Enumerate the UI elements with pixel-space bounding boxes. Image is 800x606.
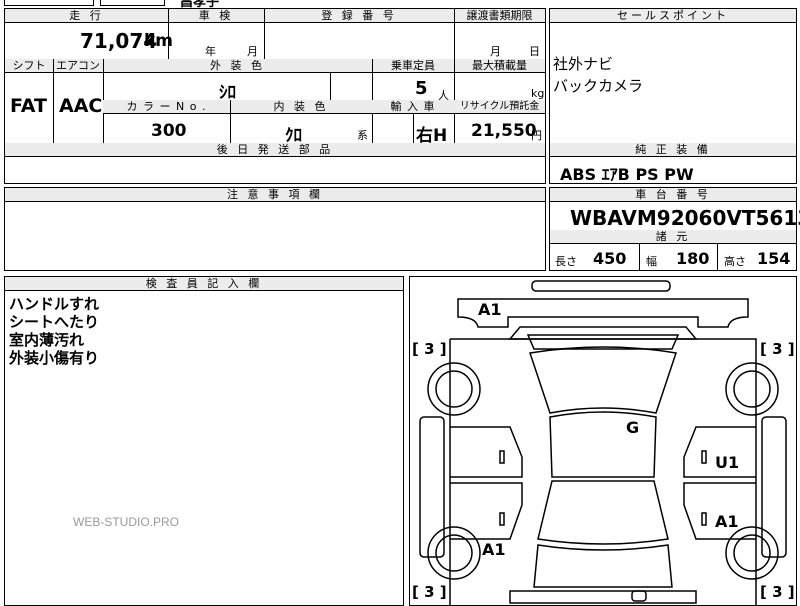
transfer-month-label: 月 [490,45,501,58]
inspector-note: ハンドルすれ [9,295,100,313]
standard-equipment-value: ABS ｴｱB PS PW [560,165,694,184]
spec-length-label: 長さ [555,255,577,268]
sales-point-panel: セールスポイント 社外ナビ バックカメラ 純 正 装 備 ABS ｴｱB PS … [549,8,797,184]
car-damage-diagram: A1 G U1 A1 A1 [ 3 ] [ 3 ] [ 3 ] [ 3 ] [409,276,797,606]
inspector-notes-header: 検 査 員 記 入 欄 [5,277,403,291]
watermark: WEB-STUDIO.PRO [73,515,180,529]
damage-mark-g-roof: G [626,418,640,437]
standard-equipment-header: 純 正 装 備 [550,143,796,157]
chassis-no-header: 車 台 番 号 [550,188,796,202]
color-no-header: カ ラ ー N o . [103,100,230,114]
recycle-value: 21,550 [471,121,537,141]
inspection-header: 車 検 [168,9,264,23]
spec-length-value: 450 [593,249,627,268]
transfer-day-label: 日 [529,45,540,58]
tire-label-front-left: [ 3 ] [412,340,447,358]
aircon-value: AAC [59,95,103,117]
recycle-unit: 円 [531,129,542,142]
damage-mark-a1-left: A1 [482,540,506,559]
chassis-no-value: WBAVM92060VT56139 [570,206,800,230]
capacity-value: 5 [415,78,428,99]
top-strip: 昌孝子 [0,0,800,10]
car-outline-diagram [419,280,787,605]
aircon-header: エアコン [53,59,103,73]
sales-point-header: セールスポイント [550,9,796,23]
max-load-header: 最大積載量 [454,59,545,73]
inspector-note: シートへたり [9,313,100,331]
tire-label-rear-left: [ 3 ] [412,583,447,601]
inspection-month-label: 月 [247,45,258,58]
max-load-unit: kg [531,87,545,100]
damage-mark-u1-right: U1 [715,453,740,472]
transfer-deadline-header: 譲渡書類期限 [454,9,545,23]
spec-width-label: 幅 [646,255,657,268]
inspector-note: 室内薄汚れ [9,331,85,349]
inspection-year-label: 年 [205,45,216,58]
capacity-header: 乗車定員 [372,59,454,73]
exterior-color-header: 外 装 色 [103,59,372,73]
spec-width-value: 180 [676,249,710,268]
mileage-unit: km [144,31,174,51]
inspector-note: 外装小傷有り [9,349,100,367]
notes-header: 注 意 事 項 欄 [5,188,545,202]
tire-label-front-right: [ 3 ] [760,340,795,358]
later-parts-header: 後 日 発 送 部 品 [5,143,545,157]
sales-point-item: 社外ナビ [553,55,614,73]
interior-color-suffix: 系 [357,129,368,142]
damage-mark-a1-right: A1 [715,512,739,531]
chassis-panel: 車 台 番 号 WBAVM92060VT56139 諸 元 長さ 450 幅 1… [549,187,800,271]
spec-height-label: 高さ [724,255,746,268]
notes-panel: 注 意 事 項 欄 [4,187,546,271]
recycle-header: リサイクル預託金 [454,100,545,114]
mileage-header: 走 行 [5,9,168,23]
shift-header: シフト [5,59,53,73]
registration-header: 登 録 番 号 [264,9,454,23]
tire-label-rear-right: [ 3 ] [760,583,795,601]
sales-point-item: バックカメラ [553,77,644,95]
inspector-notes-panel: 検 査 員 記 入 欄 ハンドルすれ シートへたり 室内薄汚れ 外装小傷有り W… [4,276,404,606]
color-no-value: 300 [151,121,187,141]
specs-header: 諸 元 [550,230,796,244]
import-header: 輸 入 車 [372,100,454,114]
damage-mark-a1-top: A1 [478,300,502,319]
shift-value: FAT [10,95,47,117]
interior-color-header: 内 装 色 [230,100,372,114]
spec-height-value: 154 [757,249,791,268]
vehicle-info-table: 走 行 車 検 登 録 番 号 譲渡書類期限 71,074 km 年 月 月 日… [4,8,546,184]
